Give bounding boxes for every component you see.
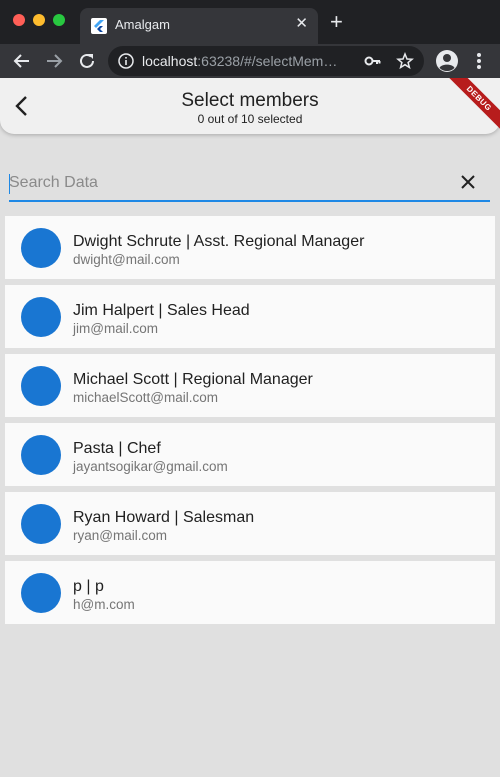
member-email: jayantsogikar@gmail.com xyxy=(73,459,228,474)
site-info-icon[interactable] xyxy=(118,53,134,69)
member-name: Jim Halpert | Sales Head xyxy=(73,302,250,319)
url-text: localhost:63238/#/selectMem… xyxy=(142,53,337,69)
member-name: p | p xyxy=(73,578,104,595)
avatar xyxy=(21,366,61,406)
avatar xyxy=(21,435,61,475)
url-path: :63238/#/selectMem… xyxy=(197,53,338,69)
selection-count: 0 out of 10 selected xyxy=(197,112,303,126)
app-bar: Select members 0 out of 10 selected DEBU… xyxy=(0,78,500,134)
profile-avatar-icon[interactable] xyxy=(435,49,459,73)
close-tab-icon[interactable]: ✕ xyxy=(295,14,308,32)
member-name: Pasta | Chef xyxy=(73,440,161,457)
kebab-menu-icon[interactable] xyxy=(471,51,487,71)
browser-toolbar: localhost:63238/#/selectMem… xyxy=(0,44,500,78)
address-bar[interactable]: localhost:63238/#/selectMem… xyxy=(108,46,424,76)
avatar xyxy=(21,297,61,337)
flutter-favicon-icon xyxy=(91,18,107,34)
avatar xyxy=(21,573,61,613)
avatar xyxy=(21,504,61,544)
tab-title: Amalgam xyxy=(115,17,170,32)
member-email: h@m.com xyxy=(73,597,135,612)
search-field[interactable] xyxy=(9,166,490,202)
member-list: Dwight Schrute | Asst. Regional Manager … xyxy=(5,216,495,630)
new-tab-button[interactable]: + xyxy=(330,11,343,33)
list-item[interactable]: Jim Halpert | Sales Head jim@mail.com xyxy=(5,285,495,348)
forward-arrow-icon[interactable] xyxy=(43,50,65,72)
reload-icon[interactable] xyxy=(76,50,98,72)
search-input[interactable] xyxy=(9,170,449,196)
member-email: jim@mail.com xyxy=(73,321,158,336)
bookmark-star-icon[interactable] xyxy=(396,52,414,70)
member-email: michaelScott@mail.com xyxy=(73,390,218,405)
member-name: Ryan Howard | Salesman xyxy=(73,509,255,526)
list-item[interactable]: Ryan Howard | Salesman ryan@mail.com xyxy=(5,492,495,555)
list-item[interactable]: Michael Scott | Regional Manager michael… xyxy=(5,354,495,417)
app-viewport: Select members 0 out of 10 selected DEBU… xyxy=(0,78,500,777)
url-host: localhost xyxy=(142,53,198,69)
browser-tab[interactable]: Amalgam ✕ xyxy=(80,8,318,44)
close-icon[interactable] xyxy=(456,170,480,194)
minimize-window-button[interactable] xyxy=(33,14,45,26)
member-name: Dwight Schrute | Asst. Regional Manager xyxy=(73,233,365,250)
back-arrow-icon[interactable] xyxy=(11,50,33,72)
page-title: Select members xyxy=(181,90,319,111)
key-icon[interactable] xyxy=(364,53,382,69)
avatar xyxy=(21,228,61,268)
member-email: dwight@mail.com xyxy=(73,252,180,267)
browser-tab-strip: Amalgam ✕ + xyxy=(0,0,500,44)
list-item[interactable]: p | p h@m.com xyxy=(5,561,495,624)
list-item[interactable]: Pasta | Chef jayantsogikar@gmail.com xyxy=(5,423,495,486)
member-name: Michael Scott | Regional Manager xyxy=(73,371,313,388)
member-email: ryan@mail.com xyxy=(73,528,167,543)
zoom-window-button[interactable] xyxy=(53,14,65,26)
close-window-button[interactable] xyxy=(13,14,25,26)
list-item[interactable]: Dwight Schrute | Asst. Regional Manager … xyxy=(5,216,495,279)
